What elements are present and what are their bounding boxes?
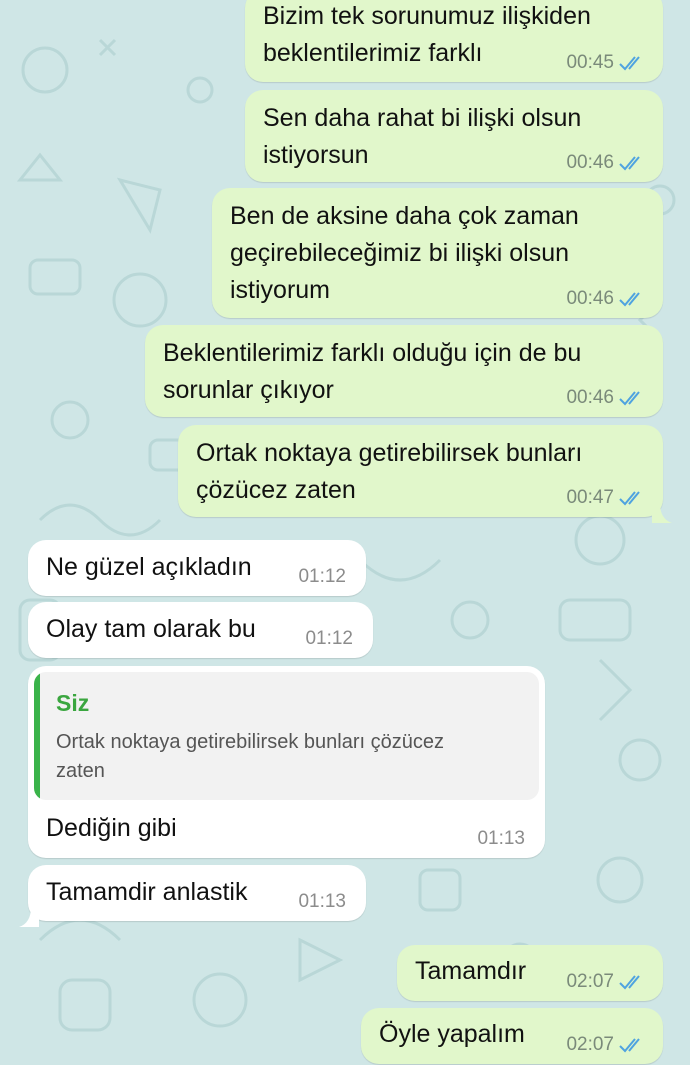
outgoing-message-bubble[interactable]: Sen daha rahat bi ilişki olsun istiyorsun… (245, 90, 663, 182)
outgoing-message-bubble[interactable]: Tamamdır 02:07 (397, 945, 663, 1001)
message-time: 02:07 (566, 1034, 614, 1055)
message-meta: 00:46 (566, 152, 647, 174)
message-text-line: Olay tam olarak bu (46, 615, 256, 643)
message-time: 01:12 (298, 566, 346, 587)
message-meta: 01:12 (298, 566, 346, 588)
message-meta: 02:07 (566, 1034, 647, 1056)
incoming-message-bubble[interactable]: Olay tam olarak bu 01:12 (28, 602, 373, 658)
message-text-line: Ben de aksine daha çok zaman (230, 202, 579, 230)
message-text-line: istiyorum (230, 276, 331, 304)
message-text-line: Dediğin gibi (46, 814, 177, 842)
reply-quote-bar (34, 672, 40, 800)
message-time: 00:46 (566, 288, 614, 309)
message-text-line: Bizim tek sorunumuz ilişkiden (263, 2, 591, 30)
outgoing-message-bubble[interactable]: Ortak noktaya getirebilirsek bunları çözü… (178, 425, 672, 523)
double-check-icon (619, 55, 647, 71)
incoming-message-bubble[interactable]: Tamamdir anlastik 01:13 (19, 865, 366, 927)
message-meta: 02:07 (566, 971, 647, 993)
message-text-line: Ne güzel açıkladın (46, 553, 252, 581)
reply-author: Siz (56, 690, 90, 716)
message-text-line: Ortak noktaya getirebilirsek bunları (196, 439, 583, 467)
outgoing-message-bubble[interactable]: Beklentilerimiz farklı olduğu için de bu… (145, 325, 663, 417)
double-check-icon (619, 291, 647, 307)
message-text-line: Öyle yapalım (379, 1020, 525, 1048)
double-check-icon (619, 155, 647, 171)
message-meta: 01:13 (477, 828, 525, 850)
message-text-line: Beklentilerimiz farklı olduğu için de bu (163, 339, 582, 367)
message-text-line: sorunlar çıkıyor (163, 376, 334, 404)
message-text-line: beklentilerimiz farklı (263, 39, 483, 67)
message-time: 00:46 (566, 152, 614, 173)
double-check-icon (619, 974, 647, 990)
message-meta: 00:47 (566, 487, 647, 509)
double-check-icon (619, 390, 647, 406)
incoming-message-bubble[interactable]: Siz Ortak noktaya getirebilirsek bunları … (28, 666, 545, 858)
incoming-message-bubble[interactable]: Ne güzel açıkladın 01:12 (28, 540, 366, 596)
message-time: 00:47 (566, 487, 614, 508)
message-text-line: geçirebileceğimiz bi ilişki olsun (230, 239, 570, 267)
message-text-line: Tamamdır (415, 957, 527, 985)
bubble-tail-icon (19, 901, 39, 927)
message-meta: 00:45 (566, 52, 647, 74)
double-check-icon (619, 1037, 647, 1053)
double-check-icon (619, 490, 647, 506)
message-meta: 00:46 (566, 387, 647, 409)
outgoing-message-bubble[interactable]: Ben de aksine daha çok zaman geçirebilece… (212, 188, 663, 318)
message-text-line: Tamamdir anlastik (46, 878, 248, 906)
message-meta: 01:13 (298, 891, 346, 913)
message-time: 01:13 (298, 891, 346, 912)
bubble-tail-icon (652, 497, 672, 523)
reply-text: Ortak noktaya getirebilirsek bunları çöz… (56, 731, 444, 782)
message-time: 01:12 (305, 628, 353, 649)
message-meta: 01:12 (305, 628, 353, 650)
message-text-line: istiyorsun (263, 141, 369, 169)
message-time: 01:13 (477, 828, 525, 849)
message-text-line: çözücez zaten (196, 476, 356, 504)
message-meta: 00:46 (566, 288, 647, 310)
message-time: 00:45 (566, 52, 614, 73)
outgoing-message-bubble[interactable]: Bizim tek sorunumuz ilişkiden beklentiler… (245, 0, 663, 82)
message-time: 02:07 (566, 971, 614, 992)
outgoing-message-bubble[interactable]: Öyle yapalım 02:07 (361, 1008, 663, 1064)
reply-quote[interactable]: Siz Ortak noktaya getirebilirsek bunları … (34, 672, 539, 800)
message-text-line: Sen daha rahat bi ilişki olsun (263, 104, 582, 132)
message-time: 00:46 (566, 387, 614, 408)
